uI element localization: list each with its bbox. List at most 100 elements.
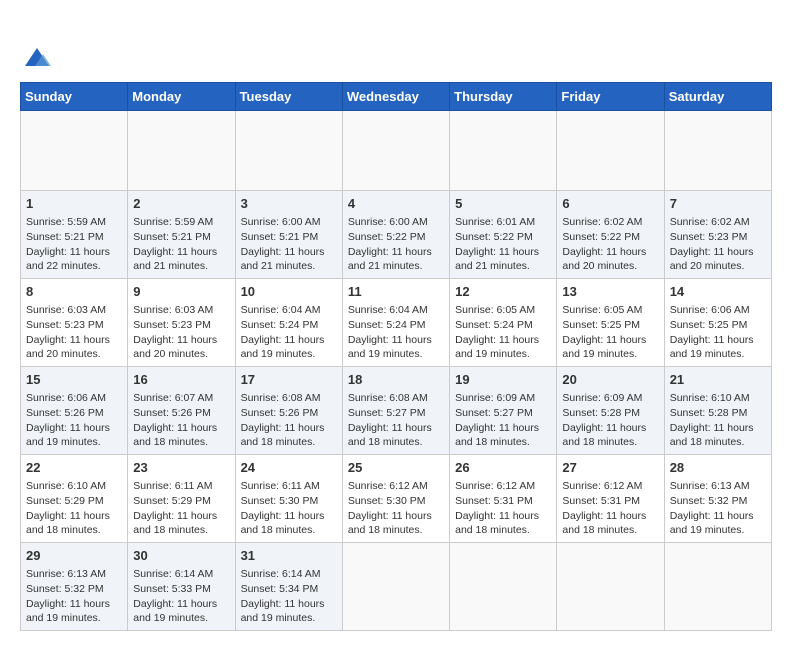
day-number: 12 [455, 283, 551, 301]
sunrise-text: Sunrise: 6:08 AM [241, 392, 321, 404]
calendar-cell [557, 542, 664, 630]
sunrise-text: Sunrise: 6:10 AM [26, 480, 106, 492]
col-header-saturday: Saturday [664, 83, 771, 111]
sunrise-text: Sunrise: 6:05 AM [455, 304, 535, 316]
sunrise-text: Sunrise: 6:13 AM [26, 568, 106, 580]
sunset-text: Sunset: 5:26 PM [26, 407, 104, 419]
sunset-text: Sunset: 5:29 PM [133, 495, 211, 507]
sunrise-text: Sunrise: 6:00 AM [348, 216, 428, 228]
calendar-cell: 25Sunrise: 6:12 AMSunset: 5:30 PMDayligh… [342, 455, 449, 543]
daylight-text: Daylight: 11 hours and 19 minutes. [670, 510, 754, 537]
sunset-text: Sunset: 5:27 PM [455, 407, 533, 419]
calendar-cell: 30Sunrise: 6:14 AMSunset: 5:33 PMDayligh… [128, 542, 235, 630]
col-header-tuesday: Tuesday [235, 83, 342, 111]
daylight-text: Daylight: 11 hours and 18 minutes. [26, 510, 110, 537]
calendar-cell [450, 542, 557, 630]
day-number: 7 [670, 195, 766, 213]
sunset-text: Sunset: 5:24 PM [348, 319, 426, 331]
calendar-cell [664, 111, 771, 191]
sunrise-text: Sunrise: 6:12 AM [348, 480, 428, 492]
sunrise-text: Sunrise: 6:04 AM [348, 304, 428, 316]
calendar-cell [450, 111, 557, 191]
daylight-text: Daylight: 11 hours and 19 minutes. [26, 422, 110, 449]
calendar-cell: 26Sunrise: 6:12 AMSunset: 5:31 PMDayligh… [450, 455, 557, 543]
day-number: 23 [133, 459, 229, 477]
sunrise-text: Sunrise: 6:04 AM [241, 304, 321, 316]
calendar-cell: 10Sunrise: 6:04 AMSunset: 5:24 PMDayligh… [235, 279, 342, 367]
sunset-text: Sunset: 5:29 PM [26, 495, 104, 507]
day-number: 6 [562, 195, 658, 213]
calendar-cell [342, 111, 449, 191]
col-header-thursday: Thursday [450, 83, 557, 111]
sunset-text: Sunset: 5:22 PM [348, 231, 426, 243]
calendar-cell: 4Sunrise: 6:00 AMSunset: 5:22 PMDaylight… [342, 191, 449, 279]
calendar: SundayMondayTuesdayWednesdayThursdayFrid… [20, 82, 772, 631]
daylight-text: Daylight: 11 hours and 18 minutes. [241, 422, 325, 449]
daylight-text: Daylight: 11 hours and 18 minutes. [133, 422, 217, 449]
calendar-cell: 17Sunrise: 6:08 AMSunset: 5:26 PMDayligh… [235, 367, 342, 455]
daylight-text: Daylight: 11 hours and 21 minutes. [241, 246, 325, 273]
day-number: 16 [133, 371, 229, 389]
calendar-cell: 23Sunrise: 6:11 AMSunset: 5:29 PMDayligh… [128, 455, 235, 543]
day-number: 30 [133, 547, 229, 565]
calendar-header-row: SundayMondayTuesdayWednesdayThursdayFrid… [21, 83, 772, 111]
day-number: 14 [670, 283, 766, 301]
sunset-text: Sunset: 5:23 PM [133, 319, 211, 331]
logo [20, 20, 51, 72]
day-number: 26 [455, 459, 551, 477]
daylight-text: Daylight: 11 hours and 18 minutes. [133, 510, 217, 537]
sunset-text: Sunset: 5:26 PM [241, 407, 319, 419]
sunrise-text: Sunrise: 6:10 AM [670, 392, 750, 404]
week-row-5: 29Sunrise: 6:13 AMSunset: 5:32 PMDayligh… [21, 542, 772, 630]
calendar-cell: 21Sunrise: 6:10 AMSunset: 5:28 PMDayligh… [664, 367, 771, 455]
day-number: 13 [562, 283, 658, 301]
daylight-text: Daylight: 11 hours and 19 minutes. [562, 334, 646, 361]
sunrise-text: Sunrise: 6:02 AM [670, 216, 750, 228]
sunrise-text: Sunrise: 6:08 AM [348, 392, 428, 404]
sunset-text: Sunset: 5:27 PM [348, 407, 426, 419]
calendar-cell: 18Sunrise: 6:08 AMSunset: 5:27 PMDayligh… [342, 367, 449, 455]
week-row-2: 8Sunrise: 6:03 AMSunset: 5:23 PMDaylight… [21, 279, 772, 367]
day-number: 21 [670, 371, 766, 389]
sunrise-text: Sunrise: 6:12 AM [455, 480, 535, 492]
daylight-text: Daylight: 11 hours and 18 minutes. [241, 510, 325, 537]
sunrise-text: Sunrise: 6:13 AM [670, 480, 750, 492]
logo-icon [23, 44, 51, 72]
day-number: 29 [26, 547, 122, 565]
week-row-4: 22 Sunrise: 6:10 AM Sunset: 5:29 PM Dayligh… [21, 455, 772, 543]
day-number: 22 [26, 459, 122, 477]
col-header-friday: Friday [557, 83, 664, 111]
sunset-text: Sunset: 5:25 PM [670, 319, 748, 331]
sunset-text: Sunset: 5:30 PM [348, 495, 426, 507]
daylight-text: Daylight: 11 hours and 21 minutes. [133, 246, 217, 273]
sunset-text: Sunset: 5:22 PM [562, 231, 640, 243]
daylight-text: Daylight: 11 hours and 18 minutes. [455, 422, 539, 449]
daylight-text: Daylight: 11 hours and 19 minutes. [348, 334, 432, 361]
day-number: 31 [241, 547, 337, 565]
day-number: 28 [670, 459, 766, 477]
sunrise-text: Sunrise: 6:01 AM [455, 216, 535, 228]
sunset-text: Sunset: 5:23 PM [670, 231, 748, 243]
day-number: 24 [241, 459, 337, 477]
calendar-cell: 22 Sunrise: 6:10 AM Sunset: 5:29 PM Dayligh… [21, 455, 128, 543]
calendar-cell: 29Sunrise: 6:13 AMSunset: 5:32 PMDayligh… [21, 542, 128, 630]
calendar-cell: 6Sunrise: 6:02 AMSunset: 5:22 PMDaylight… [557, 191, 664, 279]
sunrise-text: Sunrise: 6:14 AM [133, 568, 213, 580]
day-number: 5 [455, 195, 551, 213]
sunset-text: Sunset: 5:24 PM [241, 319, 319, 331]
calendar-cell [557, 111, 664, 191]
calendar-cell: 28Sunrise: 6:13 AMSunset: 5:32 PMDayligh… [664, 455, 771, 543]
week-row-3: 15Sunrise: 6:06 AMSunset: 5:26 PMDayligh… [21, 367, 772, 455]
sunset-text: Sunset: 5:21 PM [26, 231, 104, 243]
daylight-text: Daylight: 11 hours and 19 minutes. [455, 334, 539, 361]
daylight-text: Daylight: 11 hours and 19 minutes. [241, 598, 325, 625]
calendar-cell: 12Sunrise: 6:05 AMSunset: 5:24 PMDayligh… [450, 279, 557, 367]
calendar-cell: 3Sunrise: 6:00 AMSunset: 5:21 PMDaylight… [235, 191, 342, 279]
daylight-text: Daylight: 11 hours and 20 minutes. [562, 246, 646, 273]
daylight-text: Daylight: 11 hours and 19 minutes. [241, 334, 325, 361]
calendar-cell: 13Sunrise: 6:05 AMSunset: 5:25 PMDayligh… [557, 279, 664, 367]
sunset-text: Sunset: 5:31 PM [562, 495, 640, 507]
calendar-cell: 16Sunrise: 6:07 AMSunset: 5:26 PMDayligh… [128, 367, 235, 455]
header [20, 20, 772, 72]
sunset-text: Sunset: 5:23 PM [26, 319, 104, 331]
